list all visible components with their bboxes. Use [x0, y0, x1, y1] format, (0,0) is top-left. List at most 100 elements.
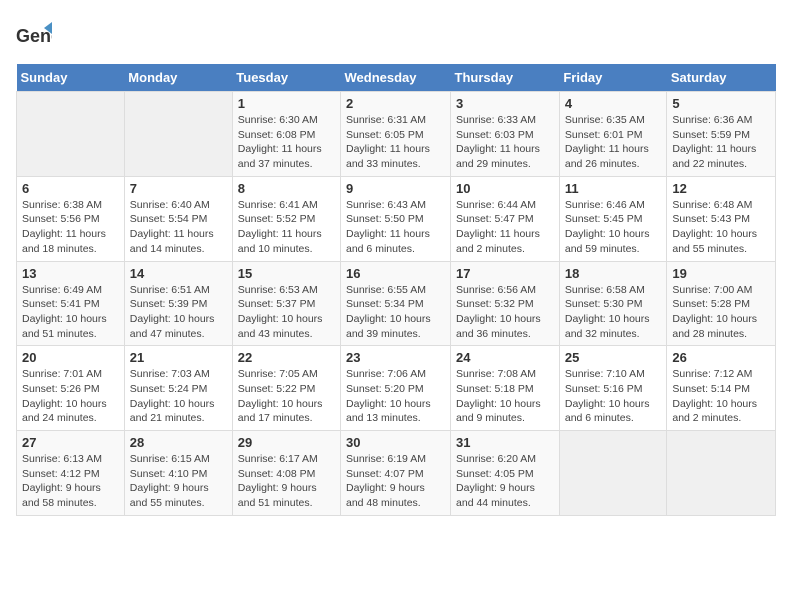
header-tuesday: Tuesday — [232, 64, 340, 92]
header-friday: Friday — [559, 64, 667, 92]
day-number: 1 — [238, 96, 335, 111]
day-number: 13 — [22, 266, 119, 281]
calendar-cell: 9 Sunrise: 6:43 AM Sunset: 5:50 PM Daylig… — [341, 176, 451, 261]
day-info: Sunrise: 7:12 AM Sunset: 5:14 PM Dayligh… — [672, 367, 770, 426]
calendar-cell — [559, 431, 667, 516]
calendar-cell — [667, 431, 776, 516]
page-header: General — [16, 16, 776, 56]
header-saturday: Saturday — [667, 64, 776, 92]
day-info: Sunrise: 6:46 AM Sunset: 5:45 PM Dayligh… — [565, 198, 662, 257]
calendar-cell — [124, 92, 232, 177]
calendar-cell: 30 Sunrise: 6:19 AM Sunset: 4:07 PM Dayli… — [341, 431, 451, 516]
calendar-cell: 7 Sunrise: 6:40 AM Sunset: 5:54 PM Daylig… — [124, 176, 232, 261]
calendar-week-2: 6 Sunrise: 6:38 AM Sunset: 5:56 PM Daylig… — [17, 176, 776, 261]
day-number: 18 — [565, 266, 662, 281]
day-number: 2 — [346, 96, 445, 111]
calendar-cell: 6 Sunrise: 6:38 AM Sunset: 5:56 PM Daylig… — [17, 176, 125, 261]
calendar-cell: 23Sunrise: 7:06 AM Sunset: 5:20 PM Dayli… — [341, 346, 451, 431]
calendar-cell: 27Sunrise: 6:13 AM Sunset: 4:12 PM Dayli… — [17, 431, 125, 516]
day-info: Sunrise: 7:00 AM Sunset: 5:28 PM Dayligh… — [672, 283, 770, 342]
day-info: Sunrise: 6:58 AM Sunset: 5:30 PM Dayligh… — [565, 283, 662, 342]
day-number: 9 — [346, 181, 445, 196]
calendar-cell: 26 Sunrise: 7:12 AM Sunset: 5:14 PM Dayli… — [667, 346, 776, 431]
calendar-week-3: 13 Sunrise: 6:49 AM Sunset: 5:41 PM Dayli… — [17, 261, 776, 346]
day-number: 27 — [22, 435, 119, 450]
calendar-cell: 17Sunrise: 6:56 AM Sunset: 5:32 PM Dayli… — [451, 261, 560, 346]
calendar-cell: 11Sunrise: 6:46 AM Sunset: 5:45 PM Dayli… — [559, 176, 667, 261]
day-info: Sunrise: 6:36 AM Sunset: 5:59 PM Dayligh… — [672, 113, 770, 172]
day-info: Sunrise: 6:53 AM Sunset: 5:37 PM Dayligh… — [238, 283, 335, 342]
calendar-cell — [17, 92, 125, 177]
day-number: 30 — [346, 435, 445, 450]
day-number: 5 — [672, 96, 770, 111]
day-number: 22 — [238, 350, 335, 365]
logo-icon: General — [16, 20, 52, 56]
day-info: Sunrise: 6:49 AM Sunset: 5:41 PM Dayligh… — [22, 283, 119, 342]
calendar-cell: 8 Sunrise: 6:41 AM Sunset: 5:52 PM Daylig… — [232, 176, 340, 261]
day-info: Sunrise: 6:51 AM Sunset: 5:39 PM Dayligh… — [130, 283, 227, 342]
calendar-week-5: 27Sunrise: 6:13 AM Sunset: 4:12 PM Dayli… — [17, 431, 776, 516]
day-info: Sunrise: 6:19 AM Sunset: 4:07 PM Dayligh… — [346, 452, 445, 511]
calendar-cell: 24Sunrise: 7:08 AM Sunset: 5:18 PM Dayli… — [451, 346, 560, 431]
day-info: Sunrise: 6:38 AM Sunset: 5:56 PM Dayligh… — [22, 198, 119, 257]
day-info: Sunrise: 6:35 AM Sunset: 6:01 PM Dayligh… — [565, 113, 662, 172]
calendar-cell: 14 Sunrise: 6:51 AM Sunset: 5:39 PM Dayli… — [124, 261, 232, 346]
calendar-cell: 18 Sunrise: 6:58 AM Sunset: 5:30 PM Dayli… — [559, 261, 667, 346]
day-number: 20 — [22, 350, 119, 365]
day-number: 6 — [22, 181, 119, 196]
day-number: 16 — [346, 266, 445, 281]
calendar-cell: 4 Sunrise: 6:35 AM Sunset: 6:01 PM Daylig… — [559, 92, 667, 177]
day-number: 14 — [130, 266, 227, 281]
day-number: 3 — [456, 96, 554, 111]
calendar-week-4: 20 Sunrise: 7:01 AM Sunset: 5:26 PM Dayli… — [17, 346, 776, 431]
day-number: 28 — [130, 435, 227, 450]
day-info: Sunrise: 6:55 AM Sunset: 5:34 PM Dayligh… — [346, 283, 445, 342]
day-number: 4 — [565, 96, 662, 111]
calendar-cell: 16 Sunrise: 6:55 AM Sunset: 5:34 PM Dayli… — [341, 261, 451, 346]
day-info: Sunrise: 6:15 AM Sunset: 4:10 PM Dayligh… — [130, 452, 227, 511]
day-info: Sunrise: 7:06 AM Sunset: 5:20 PM Dayligh… — [346, 367, 445, 426]
day-info: Sunrise: 7:10 AM Sunset: 5:16 PM Dayligh… — [565, 367, 662, 426]
calendar-cell: 29 Sunrise: 6:17 AM Sunset: 4:08 PM Dayli… — [232, 431, 340, 516]
day-number: 7 — [130, 181, 227, 196]
calendar-week-1: 1Sunrise: 6:30 AM Sunset: 6:08 PM Daylig… — [17, 92, 776, 177]
header-thursday: Thursday — [451, 64, 560, 92]
calendar-cell: 15 Sunrise: 6:53 AM Sunset: 5:37 PM Dayli… — [232, 261, 340, 346]
calendar-table: SundayMondayTuesdayWednesdayThursdayFrid… — [16, 64, 776, 516]
calendar-cell: 1Sunrise: 6:30 AM Sunset: 6:08 PM Daylig… — [232, 92, 340, 177]
day-number: 12 — [672, 181, 770, 196]
day-info: Sunrise: 6:17 AM Sunset: 4:08 PM Dayligh… — [238, 452, 335, 511]
calendar-cell: 20 Sunrise: 7:01 AM Sunset: 5:26 PM Dayli… — [17, 346, 125, 431]
day-info: Sunrise: 7:03 AM Sunset: 5:24 PM Dayligh… — [130, 367, 227, 426]
day-number: 10 — [456, 181, 554, 196]
calendar-cell: 28 Sunrise: 6:15 AM Sunset: 4:10 PM Dayli… — [124, 431, 232, 516]
calendar-cell: 12Sunrise: 6:48 AM Sunset: 5:43 PM Dayli… — [667, 176, 776, 261]
calendar-header-row: SundayMondayTuesdayWednesdayThursdayFrid… — [17, 64, 776, 92]
calendar-cell: 2 Sunrise: 6:31 AM Sunset: 6:05 PM Daylig… — [341, 92, 451, 177]
header-sunday: Sunday — [17, 64, 125, 92]
header-monday: Monday — [124, 64, 232, 92]
calendar-cell: 22 Sunrise: 7:05 AM Sunset: 5:22 PM Dayli… — [232, 346, 340, 431]
day-info: Sunrise: 7:05 AM Sunset: 5:22 PM Dayligh… — [238, 367, 335, 426]
day-info: Sunrise: 6:44 AM Sunset: 5:47 PM Dayligh… — [456, 198, 554, 257]
calendar-cell: 19Sunrise: 7:00 AM Sunset: 5:28 PM Dayli… — [667, 261, 776, 346]
day-info: Sunrise: 6:40 AM Sunset: 5:54 PM Dayligh… — [130, 198, 227, 257]
header-wednesday: Wednesday — [341, 64, 451, 92]
day-number: 25 — [565, 350, 662, 365]
calendar-cell: 3 Sunrise: 6:33 AM Sunset: 6:03 PM Daylig… — [451, 92, 560, 177]
day-number: 24 — [456, 350, 554, 365]
day-number: 8 — [238, 181, 335, 196]
day-number: 26 — [672, 350, 770, 365]
day-number: 29 — [238, 435, 335, 450]
day-info: Sunrise: 6:31 AM Sunset: 6:05 PM Dayligh… — [346, 113, 445, 172]
day-info: Sunrise: 6:41 AM Sunset: 5:52 PM Dayligh… — [238, 198, 335, 257]
day-info: Sunrise: 6:33 AM Sunset: 6:03 PM Dayligh… — [456, 113, 554, 172]
day-info: Sunrise: 6:43 AM Sunset: 5:50 PM Dayligh… — [346, 198, 445, 257]
day-number: 15 — [238, 266, 335, 281]
calendar-cell: 10 Sunrise: 6:44 AM Sunset: 5:47 PM Dayli… — [451, 176, 560, 261]
day-number: 31 — [456, 435, 554, 450]
calendar-cell: 13 Sunrise: 6:49 AM Sunset: 5:41 PM Dayli… — [17, 261, 125, 346]
calendar-cell: 31Sunrise: 6:20 AM Sunset: 4:05 PM Dayli… — [451, 431, 560, 516]
logo: General — [16, 20, 56, 56]
day-info: Sunrise: 7:01 AM Sunset: 5:26 PM Dayligh… — [22, 367, 119, 426]
